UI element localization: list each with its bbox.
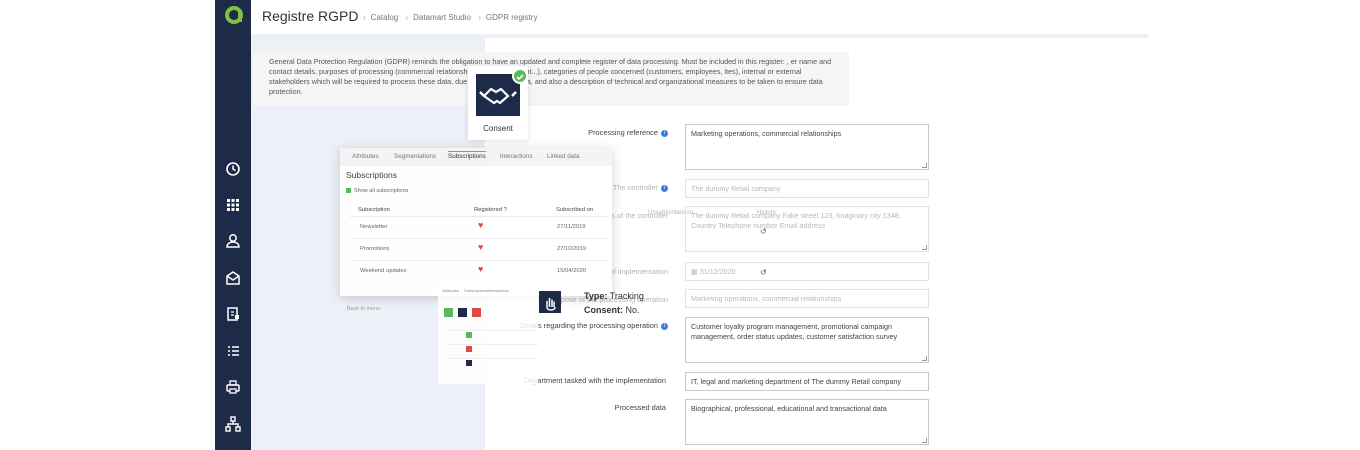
resize-handle[interactable]: [922, 163, 927, 168]
list-item: [446, 330, 538, 342]
green-square-icon: [466, 332, 472, 338]
intro-text: General Data Protection Regulation (GDPR…: [253, 52, 849, 106]
department-field[interactable]: IT, legal and marketing department of Th…: [685, 372, 929, 391]
breadcrumb: › Catalog › Datamart Studio › GDPR registry: [363, 13, 538, 22]
column-header: Subscribed on: [556, 207, 594, 213]
overlay-tabs: Attributes Segmentations Subscriptions I…: [340, 148, 612, 166]
tab-segmentations[interactable]: Segmentations: [394, 153, 436, 160]
column-header: Subscription: [358, 207, 390, 213]
resize-handle[interactable]: [922, 245, 927, 250]
tooltip-type: Type: Tracking: [584, 291, 644, 301]
checkbox-icon: [346, 188, 351, 194]
mini-tab[interactable]: Interactions: [488, 288, 509, 293]
tab-linked-data[interactable]: Linked data: [547, 153, 580, 160]
interactions-overlay: Attributes Subscriptions Interactions: [438, 286, 538, 384]
implementation-date-field[interactable]: ▦ 31/12/2020: [685, 262, 929, 281]
processed-data-label: Processed data: [614, 403, 666, 412]
breadcrumb-catalog[interactable]: Catalog: [371, 13, 399, 22]
undo-icon[interactable]: ↺: [760, 268, 767, 277]
clock-icon[interactable]: [223, 159, 243, 179]
navy-square-icon: [466, 360, 472, 366]
subscriptions-overlay: Attributes Segmentations Subscriptions I…: [340, 148, 612, 296]
back-to-menu-link[interactable]: Back to menu: [347, 306, 380, 312]
processing-reference-label: Processing reference i: [560, 128, 668, 137]
list-item: [446, 358, 538, 370]
list-item: [446, 344, 538, 356]
document-icon[interactable]: [223, 304, 243, 324]
envelope-icon[interactable]: [223, 268, 243, 288]
controller-address-field[interactable]: The dummy Retail company Fake street 123…: [685, 206, 929, 252]
printer-icon[interactable]: [223, 377, 243, 397]
green-square-icon[interactable]: [444, 308, 453, 317]
header: Registre RGPD › Catalog › Datamart Studio …: [251, 0, 1148, 34]
subscriptions-heading: Subscriptions: [346, 170, 398, 180]
consent-label: Consent: [483, 124, 513, 133]
table-row: Promotions ♥ 27/10/2019: [350, 238, 608, 260]
tab-subscriptions[interactable]: Subscriptions: [448, 151, 486, 160]
page-title: Registre RGPD: [262, 8, 359, 24]
mini-tab[interactable]: Attributes: [442, 288, 459, 293]
heart-icon[interactable]: ♥: [478, 265, 487, 274]
mini-tab[interactable]: Subscriptions: [464, 288, 488, 293]
hierarchy-icon[interactable]: [223, 414, 243, 434]
controller-field[interactable]: The dummy Retail company: [685, 179, 929, 198]
sidebar: [215, 0, 251, 450]
navy-square-icon[interactable]: [458, 308, 467, 317]
breadcrumb-gdpr: GDPR registry: [485, 13, 538, 22]
tab-attributes[interactable]: Attributes: [352, 153, 379, 160]
processed-data-field[interactable]: Biographical, professional, educational …: [685, 399, 929, 445]
check-icon: [512, 68, 528, 84]
resize-handle[interactable]: [922, 438, 927, 443]
info-icon[interactable]: i: [661, 129, 668, 137]
red-square-icon: [466, 346, 472, 352]
tooltip-consent: Consent: No.: [584, 305, 640, 315]
heart-icon[interactable]: ♥: [478, 221, 487, 230]
column-header: History: [757, 210, 776, 216]
grid-icon[interactable]: [223, 195, 243, 215]
hand-icon[interactable]: [539, 291, 561, 313]
show-all-checkbox[interactable]: Show all subscriptions: [346, 188, 408, 194]
screenshot: Registre RGPD › Catalog › Datamart Studio …: [0, 0, 1360, 450]
processing-reference-field[interactable]: Marketing operations, commercial relatio…: [685, 124, 929, 170]
purpose-field[interactable]: Marketing operations, commercial relatio…: [685, 289, 929, 308]
list-icon[interactable]: [223, 341, 243, 361]
calendar-icon[interactable]: ▦: [691, 267, 700, 276]
undo-icon[interactable]: ↺: [760, 227, 767, 236]
tab-interactions[interactable]: Interactions: [500, 153, 533, 160]
table-row: Newsletter ♥ 27/11/2019: [350, 216, 608, 238]
info-icon[interactable]: i: [661, 184, 668, 192]
resize-handle[interactable]: [922, 356, 927, 361]
column-header: Registered ?: [474, 207, 507, 213]
details-field[interactable]: Customer loyalty program management, pro…: [685, 317, 929, 363]
red-square-icon[interactable]: [472, 308, 481, 317]
app-logo-icon[interactable]: [223, 4, 245, 26]
user-icon[interactable]: [223, 231, 243, 251]
info-icon[interactable]: i: [661, 322, 668, 330]
column-header: Unsubscribed on: [648, 210, 694, 216]
consent-card[interactable]: Consent: [468, 66, 528, 140]
heart-icon[interactable]: ♥: [478, 243, 487, 252]
table-row: Weekend updates ♥ 15/04/2020: [350, 260, 608, 282]
breadcrumb-datamart[interactable]: Datamart Studio: [413, 13, 471, 22]
